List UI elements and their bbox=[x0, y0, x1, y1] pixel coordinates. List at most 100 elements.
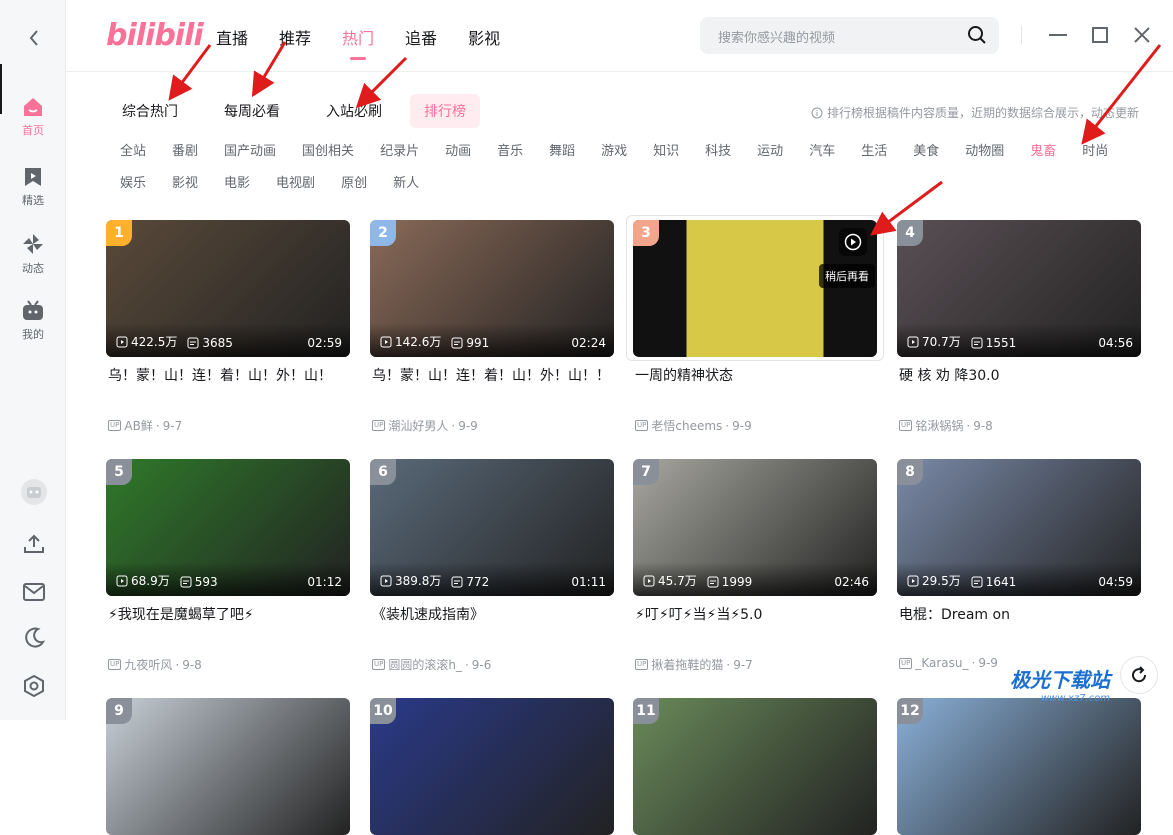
category-item[interactable]: 运动 bbox=[757, 144, 783, 160]
category-item[interactable]: 音乐 bbox=[497, 144, 523, 160]
tab-overall-hot[interactable]: 综合热门 bbox=[108, 94, 192, 128]
video-card[interactable]: 12 bbox=[897, 698, 1141, 835]
video-thumbnail[interactable]: 10 bbox=[370, 698, 614, 835]
category-item[interactable]: 动物圈 bbox=[965, 144, 1004, 160]
nav-hot[interactable]: 热门 bbox=[342, 25, 374, 60]
category-item[interactable]: 知识 bbox=[653, 144, 679, 160]
video-title[interactable]: 乌！蒙！山！连！着！山！外！山！！ bbox=[370, 365, 614, 409]
watch-later-button[interactable] bbox=[839, 228, 867, 256]
video-thumbnail[interactable]: 11 bbox=[633, 698, 877, 835]
uploader-name[interactable]: 铭湫锅锅 bbox=[915, 417, 963, 434]
video-thumbnail[interactable]: 6 389.8万 772 01:11 bbox=[370, 459, 614, 596]
category-item[interactable]: 科技 bbox=[705, 144, 731, 160]
category-item[interactable]: 国创相关 bbox=[302, 144, 354, 160]
category-item[interactable]: 游戏 bbox=[601, 144, 627, 160]
video-title[interactable]: 硬 核 劝 降30.0 bbox=[897, 365, 1141, 409]
category-item[interactable]: 纪录片 bbox=[380, 144, 419, 160]
uploader-name[interactable]: AB鲜 bbox=[124, 417, 152, 434]
uploader-name[interactable]: 潮汕好男人 bbox=[388, 417, 448, 434]
uploader-name[interactable]: _Karasu_ bbox=[915, 656, 968, 670]
dark-mode-toggle[interactable] bbox=[20, 624, 48, 652]
video-card[interactable]: 6 389.8万 772 01:11 《装机速成指南》 UP 圆圆的滚滚h_ · 9-6 bbox=[370, 459, 614, 673]
refresh-button[interactable] bbox=[1120, 656, 1158, 694]
settings-button[interactable] bbox=[20, 672, 48, 700]
video-thumbnail[interactable]: 12 bbox=[897, 698, 1141, 835]
video-title[interactable]: ⚡我现在是魔蝎草了吧⚡ bbox=[106, 604, 350, 648]
uploader-name[interactable]: 九夜听风 bbox=[124, 656, 172, 673]
tv-icon bbox=[23, 300, 43, 320]
back-button[interactable] bbox=[20, 24, 48, 52]
search-input[interactable]: 搜索你感兴趣的视频 bbox=[700, 17, 999, 54]
video-card[interactable]: 10 bbox=[370, 698, 614, 835]
category-item[interactable]: 国产动画 bbox=[224, 144, 276, 160]
video-card[interactable]: 7 45.7万 1999 02:46 ⚡叮⚡叮⚡当⚡当⚡5.0 UP 揪着拖鞋的猫 · 9-7 bbox=[633, 459, 877, 673]
minimize-button[interactable] bbox=[1048, 25, 1068, 45]
video-title[interactable]: 一周的精神状态 bbox=[633, 365, 877, 409]
category-item[interactable]: 生活 bbox=[861, 144, 887, 160]
bookmark-icon bbox=[25, 168, 41, 186]
sidebar-item-featured[interactable]: 精选 bbox=[0, 166, 66, 208]
rank-badge: 4 bbox=[897, 220, 923, 246]
video-card[interactable]: 9 bbox=[106, 698, 350, 835]
category-item[interactable]: 动画 bbox=[445, 144, 471, 160]
meta-separator: · bbox=[464, 657, 469, 672]
video-title[interactable]: 乌！蒙！山！连！着！山！外！山！ bbox=[106, 365, 350, 409]
nav-recommend[interactable]: 推荐 bbox=[279, 25, 311, 60]
video-card[interactable]: 5 68.9万 593 01:12 ⚡我现在是魔蝎草了吧⚡ UP 九夜听风 · 9-8 bbox=[106, 459, 350, 673]
sidebar-item-home[interactable]: 首页 bbox=[0, 96, 66, 138]
category-item[interactable]: 美食 bbox=[913, 144, 939, 160]
category-item[interactable]: 汽车 bbox=[809, 144, 835, 160]
category-item[interactable]: 舞蹈 bbox=[549, 144, 575, 160]
nav-live[interactable]: 直播 bbox=[216, 25, 248, 60]
uploader-name[interactable]: 揪着拖鞋的猫 bbox=[651, 656, 723, 673]
video-thumbnail[interactable]: 9 bbox=[106, 698, 350, 835]
video-thumbnail[interactable]: 1 422.5万 3685 02:59 bbox=[106, 220, 350, 357]
category-item[interactable]: 鬼畜 bbox=[1030, 144, 1056, 160]
category-item[interactable]: 娱乐 bbox=[120, 176, 146, 192]
settings-icon bbox=[24, 675, 44, 697]
video-thumbnail[interactable]: 3 稍后再看 bbox=[633, 220, 877, 357]
category-item[interactable]: 全站 bbox=[120, 144, 146, 160]
tab-weekly[interactable]: 每周必看 bbox=[210, 94, 294, 128]
video-thumbnail[interactable]: 2 142.6万 991 02:24 bbox=[370, 220, 614, 357]
category-item[interactable]: 电视剧 bbox=[276, 176, 315, 192]
video-card[interactable]: 3 稍后再看 一周的精神状态 UP 老悟cheems · 9-9 bbox=[633, 220, 877, 434]
messages-button[interactable] bbox=[20, 578, 48, 606]
category-item[interactable]: 时尚 bbox=[1082, 144, 1108, 160]
rank-badge: 3 bbox=[633, 220, 659, 246]
tab-must-watch[interactable]: 入站必刷 bbox=[312, 94, 396, 128]
category-item[interactable]: 电影 bbox=[224, 176, 250, 192]
video-thumbnail[interactable]: 7 45.7万 1999 02:46 bbox=[633, 459, 877, 596]
upload-button[interactable] bbox=[20, 530, 48, 558]
view-count: 29.5万 bbox=[907, 572, 961, 589]
search-icon[interactable] bbox=[967, 25, 987, 49]
uploader-name[interactable]: 老悟cheems bbox=[651, 417, 722, 434]
video-title[interactable]: 《装机速成指南》 bbox=[370, 604, 614, 648]
tab-ranking[interactable]: 排行榜 bbox=[410, 94, 480, 128]
video-card[interactable]: 2 142.6万 991 02:24 乌！蒙！山！连！着！山！外！山！！ UP 潮汕好男人 ·… bbox=[370, 220, 614, 434]
info-icon bbox=[811, 107, 823, 118]
video-card[interactable]: 1 422.5万 3685 02:59 乌！蒙！山！连！着！山！外！山！ UP AB鲜 · 9-… bbox=[106, 220, 350, 434]
upload-date: 9-8 bbox=[182, 657, 202, 672]
sidebar-item-mine[interactable]: 我的 bbox=[0, 300, 66, 342]
sidebar-item-dynamic[interactable]: 动态 bbox=[0, 232, 66, 276]
avatar[interactable] bbox=[20, 478, 48, 506]
video-card[interactable]: 4 70.7万 1551 04:56 硬 核 劝 降30.0 UP 铭湫锅锅 · 9-8 bbox=[897, 220, 1141, 434]
video-title[interactable]: ⚡叮⚡叮⚡当⚡当⚡5.0 bbox=[633, 604, 877, 648]
nav-movies[interactable]: 影视 bbox=[468, 25, 500, 60]
video-card[interactable]: 8 29.5万 1641 04:59 电棍：Dream on UP _Karasu_ · 9-9 bbox=[897, 459, 1141, 670]
video-thumbnail[interactable]: 8 29.5万 1641 04:59 bbox=[897, 459, 1141, 596]
video-card[interactable]: 11 bbox=[633, 698, 877, 835]
category-item[interactable]: 新人 bbox=[393, 176, 419, 192]
category-item[interactable]: 影视 bbox=[172, 176, 198, 192]
maximize-button[interactable] bbox=[1090, 25, 1110, 45]
category-item[interactable]: 原创 bbox=[341, 176, 367, 192]
video-thumbnail[interactable]: 5 68.9万 593 01:12 bbox=[106, 459, 350, 596]
category-item[interactable]: 番剧 bbox=[172, 144, 198, 160]
nav-bangumi[interactable]: 追番 bbox=[405, 25, 437, 60]
video-thumbnail[interactable]: 4 70.7万 1551 04:56 bbox=[897, 220, 1141, 357]
bilibili-logo[interactable]: bilibili bbox=[106, 18, 204, 53]
uploader-name[interactable]: 圆圆的滚滚h_ bbox=[388, 656, 462, 673]
video-title[interactable]: 电棍：Dream on bbox=[897, 604, 1141, 648]
close-button[interactable] bbox=[1132, 25, 1152, 45]
